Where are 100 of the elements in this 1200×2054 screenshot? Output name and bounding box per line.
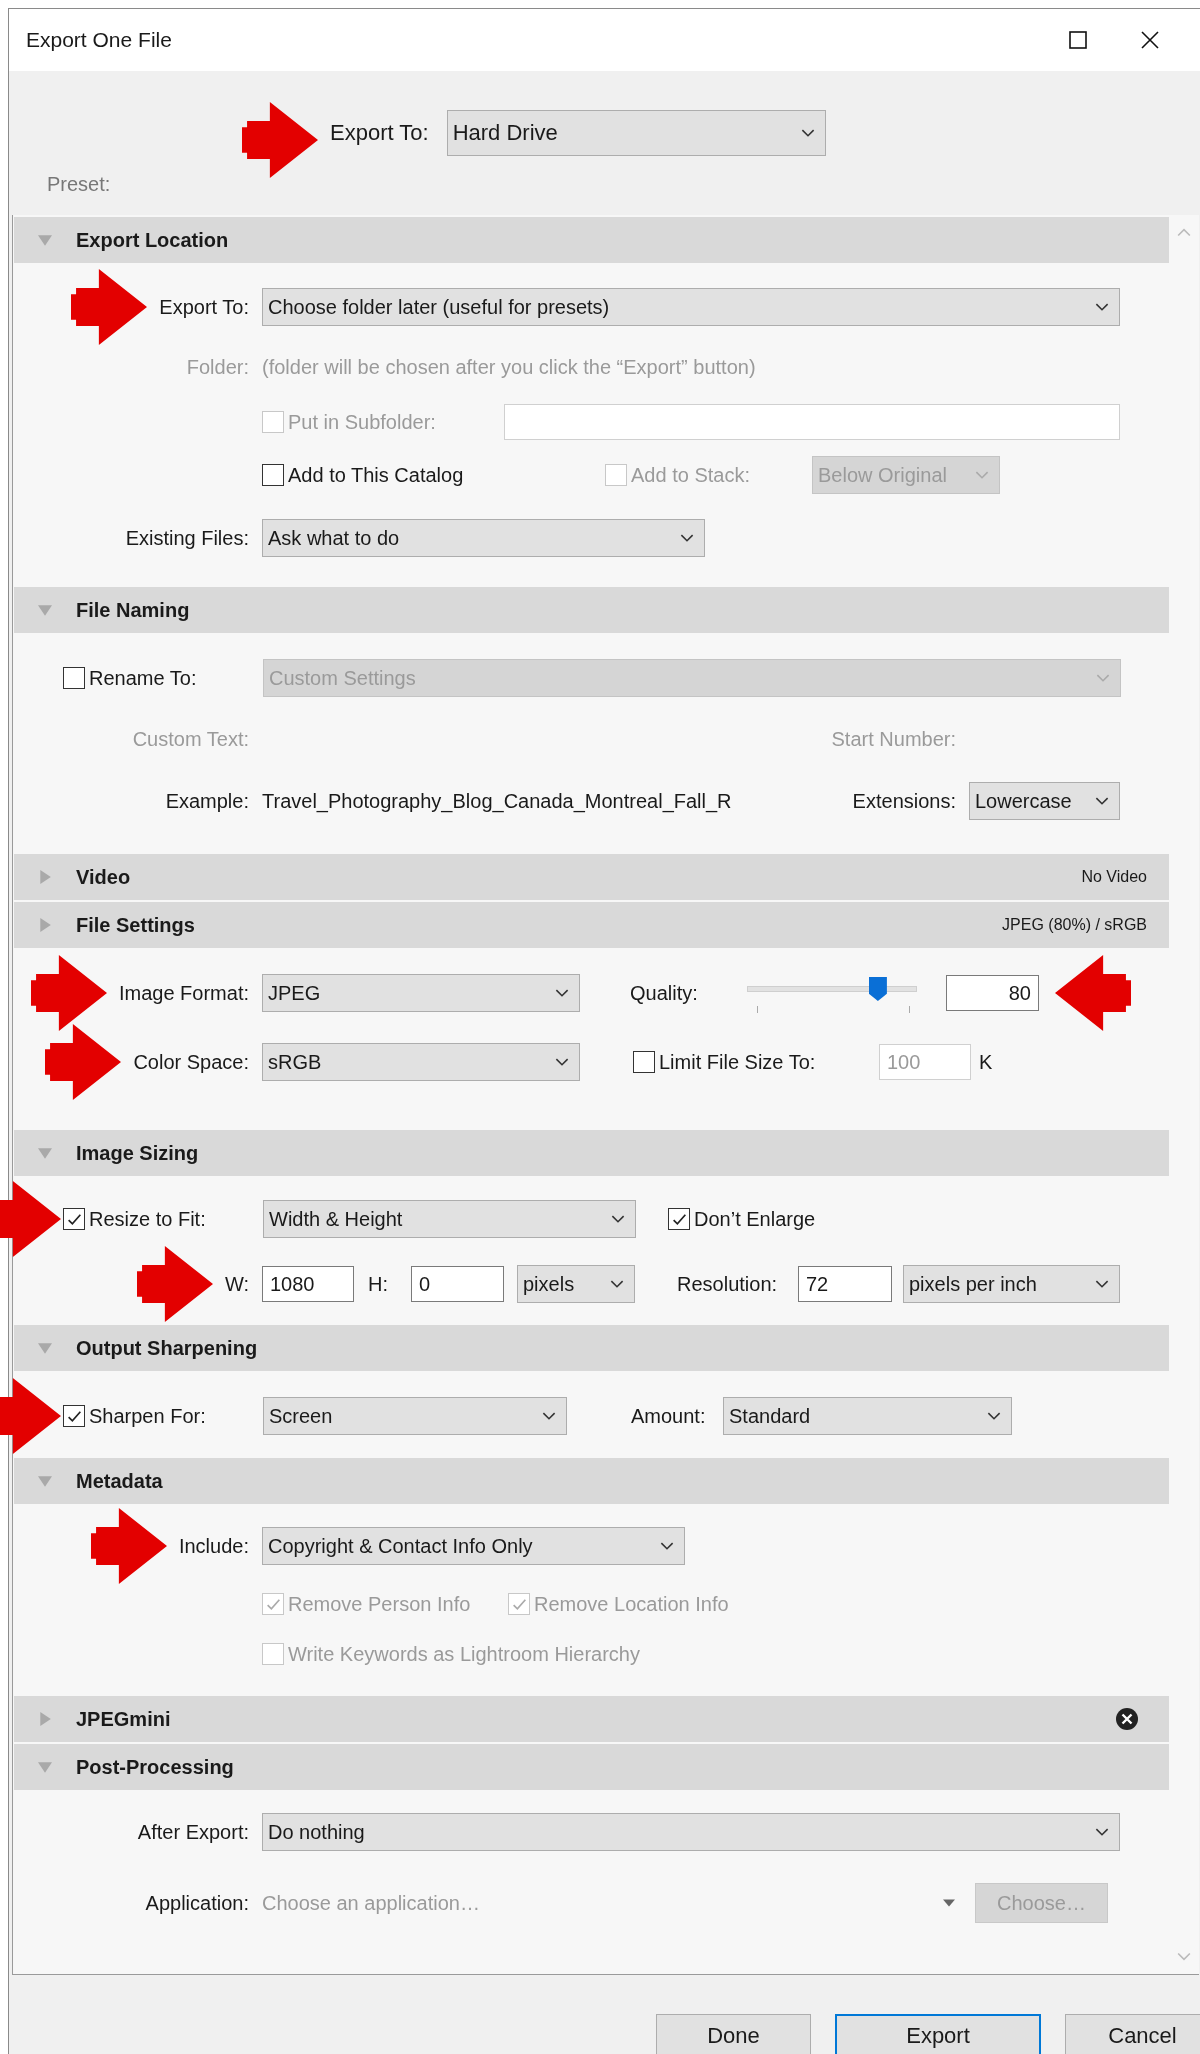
caret-icon	[1095, 796, 1109, 806]
unit-label: K	[979, 1050, 993, 1074]
disclosure-triangle-icon[interactable]	[38, 233, 52, 247]
export-destination-dropdown[interactable]: Hard Drive	[446, 110, 826, 156]
section-header[interactable]: File Settings JPEG (80%) / sRGB	[14, 902, 1169, 948]
dialog-button[interactable]: Cancel	[1065, 2014, 1200, 2054]
checkbox[interactable]: Don’t Enlarge	[668, 1207, 816, 1231]
caret-icon	[1095, 1279, 1109, 1289]
dropdown[interactable]: pixels	[517, 1265, 635, 1303]
caret-icon	[611, 1214, 625, 1224]
section-title: Export Location	[76, 228, 230, 252]
checkbox[interactable]: Rename To:	[63, 666, 263, 690]
caret-icon	[987, 1411, 1001, 1421]
section-summary: No Video	[1081, 868, 1147, 886]
caret-icon	[1096, 673, 1110, 683]
checkbox[interactable]: Add to This Catalog	[262, 463, 605, 487]
caret-icon	[542, 1411, 556, 1421]
caret-icon	[555, 1057, 569, 1067]
example-filename: Travel_Photography_Blog_Canada_Montreal_Fall_R	[262, 789, 733, 813]
dropdown[interactable]: Choose folder later (useful for presets)	[262, 288, 1120, 326]
field-label: Image Format:	[118, 981, 249, 1005]
section-title: Output Sharpening	[76, 1336, 259, 1360]
caret-icon	[660, 1541, 674, 1551]
field-label: Start Number:	[830, 727, 956, 751]
section-header[interactable]: Output Sharpening	[14, 1325, 1169, 1371]
caret-icon	[800, 128, 815, 138]
field-label: Extensions:	[851, 789, 956, 813]
section-title: File Naming	[76, 598, 191, 622]
disclosure-triangle-icon[interactable]	[38, 918, 52, 932]
resolution-field[interactable]: 72	[798, 1266, 892, 1302]
field-label: Include:	[178, 1534, 249, 1558]
disclosure-triangle-icon[interactable]	[38, 603, 52, 617]
section-header[interactable]: Post-Processing	[14, 1744, 1169, 1790]
dropdown[interactable]: Copyright & Contact Info Only	[262, 1527, 685, 1565]
section-title: File Settings	[76, 913, 196, 937]
dropdown[interactable]: Screen	[263, 1397, 567, 1435]
caret-icon	[1095, 1827, 1109, 1837]
dropdown[interactable]: Do nothing	[262, 1813, 1120, 1851]
width-field[interactable]: 1080	[262, 1266, 354, 1302]
field-label: Existing Files:	[125, 526, 249, 550]
section-header[interactable]: JPEGmini	[14, 1696, 1169, 1742]
caret-icon	[555, 988, 569, 998]
field-label: Example:	[165, 789, 249, 813]
dropdown[interactable]: Standard	[723, 1397, 1012, 1435]
scroll-down-icon[interactable]	[1177, 1952, 1191, 1962]
section-header[interactable]: Video No Video	[14, 854, 1169, 900]
field-label: W:	[224, 1272, 249, 1296]
section-title: Image Sizing	[76, 1141, 200, 1165]
field-label: After Export:	[137, 1820, 249, 1844]
field-label: Export To:	[159, 295, 249, 319]
disclosure-triangle-icon[interactable]	[38, 1760, 52, 1774]
field-label: Custom Text:	[132, 727, 249, 751]
section-summary: JPEG (80%) / sRGB	[1002, 916, 1147, 934]
folder-note: (folder will be chosen after you click the “Export” button)	[262, 355, 756, 379]
section-header[interactable]: File Naming	[14, 587, 1169, 633]
caret-icon	[680, 533, 694, 543]
disclosure-triangle-icon[interactable]	[38, 870, 52, 884]
subfolder-field[interactable]	[504, 404, 1120, 440]
section-header[interactable]: Export Location	[14, 217, 1169, 263]
section-header[interactable]: Metadata	[14, 1458, 1169, 1504]
section-title: Metadata	[76, 1469, 164, 1493]
dropdown[interactable]: sRGB	[262, 1043, 580, 1081]
dialog-button[interactable]: Export	[835, 2014, 1041, 2054]
dialog-button[interactable]: Done	[656, 2014, 811, 2054]
dropdown[interactable]: Lowercase	[969, 782, 1120, 820]
section-title: JPEGmini	[76, 1707, 172, 1731]
height-field[interactable]: 0	[411, 1266, 504, 1302]
field-label: Color Space:	[133, 1050, 249, 1074]
quality-field[interactable]: 80	[946, 975, 1039, 1011]
disclosure-triangle-icon[interactable]	[38, 1712, 52, 1726]
dropdown[interactable]: Ask what to do	[262, 519, 705, 557]
field-label: Quality:	[630, 981, 699, 1005]
field-label: Resolution:	[677, 1272, 779, 1296]
close-icon[interactable]	[1140, 30, 1160, 50]
section-title: Post-Processing	[76, 1755, 235, 1779]
maximize-icon[interactable]	[1068, 30, 1088, 50]
checkbox[interactable]: Resize to Fit:	[63, 1207, 263, 1231]
field-label: Export To:	[330, 120, 429, 146]
caret-icon	[975, 470, 989, 480]
dropdown[interactable]: pixels per inch	[903, 1265, 1120, 1303]
dropdown[interactable]: Width & Height	[263, 1200, 636, 1238]
checkbox[interactable]: Sharpen For:	[63, 1404, 263, 1428]
section-title: Video	[76, 865, 132, 889]
checkbox[interactable]: Limit File Size To:	[633, 1050, 879, 1074]
section-header[interactable]: Image Sizing	[14, 1130, 1169, 1176]
caret-icon	[1095, 302, 1109, 312]
disclosure-triangle-icon[interactable]	[38, 1474, 52, 1488]
field-label: Amount:	[631, 1404, 707, 1428]
field-label: Application:	[145, 1891, 249, 1915]
window-title: Export One File	[26, 28, 173, 52]
disclosure-triangle-icon[interactable]	[38, 1146, 52, 1160]
field-label: Folder:	[186, 355, 249, 379]
caret-icon	[610, 1279, 624, 1289]
preset-label: Preset:	[47, 173, 112, 196]
field-label: H:	[368, 1272, 389, 1296]
close-icon[interactable]	[1115, 1707, 1139, 1731]
caret-icon[interactable]	[943, 1899, 955, 1907]
scroll-up-icon[interactable]	[1177, 227, 1191, 237]
dropdown[interactable]: JPEG	[262, 974, 580, 1012]
disclosure-triangle-icon[interactable]	[38, 1341, 52, 1355]
